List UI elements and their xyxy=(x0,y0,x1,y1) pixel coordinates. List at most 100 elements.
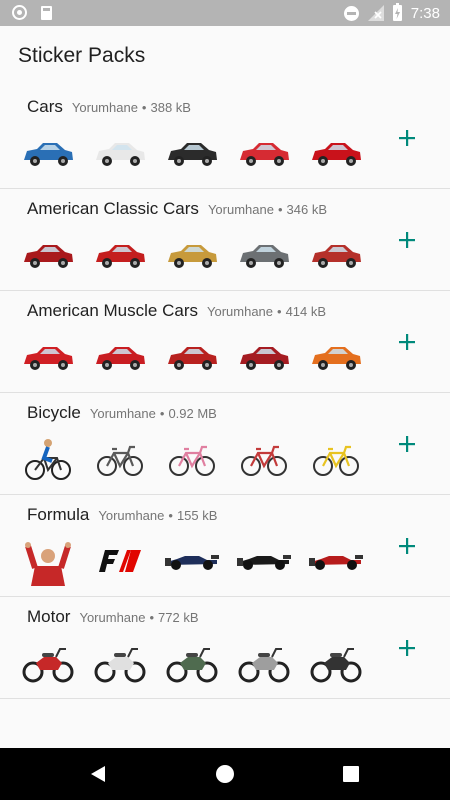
sticker-preview-list xyxy=(20,431,365,489)
dnd-icon xyxy=(343,5,359,21)
sticker-pack-row[interactable]: Bicycle Yorumhane • 0.92 MB xyxy=(0,393,450,495)
page-title: Sticker Packs xyxy=(18,44,146,67)
pack-name: Bicycle xyxy=(27,403,81,422)
pack-size: 772 kB xyxy=(158,610,199,625)
pack-size: 388 kB xyxy=(150,100,191,115)
battery-charging-icon xyxy=(392,3,402,21)
yellow-bike-icon xyxy=(308,431,364,487)
black-green-car-icon xyxy=(164,125,220,181)
pack-name: American Muscle Cars xyxy=(27,301,198,320)
status-bar: 7:38 xyxy=(0,0,450,26)
sticker-pack-row[interactable]: Cars Yorumhane • 388 kB xyxy=(0,87,450,189)
plus-icon xyxy=(399,130,415,146)
cruiser-bike-icon xyxy=(92,431,148,487)
notification-circle-icon xyxy=(12,5,27,20)
meta-separator: • xyxy=(168,508,173,523)
add-pack-button[interactable] xyxy=(392,123,422,153)
pack-header: Motor Yorumhane • 772 kB xyxy=(27,607,199,627)
pack-meta: Yorumhane • 0.92 MB xyxy=(90,406,217,421)
pack-publisher: Yorumhane xyxy=(89,406,156,421)
gray-vintage-car-icon xyxy=(236,227,292,283)
sticker-preview-list xyxy=(20,533,365,591)
pack-header: Cars Yorumhane • 388 kB xyxy=(27,97,191,117)
red-camaro-icon xyxy=(164,329,220,385)
meta-separator: • xyxy=(277,202,283,217)
sticker-preview-list xyxy=(20,329,365,387)
recents-icon[interactable] xyxy=(321,748,381,800)
pack-header: Formula Yorumhane • 155 kB xyxy=(27,505,217,525)
red-scooter-icon xyxy=(20,635,76,691)
pack-meta: Yorumhane • 388 kB xyxy=(72,100,191,115)
pack-publisher: Yorumhane xyxy=(71,100,138,115)
pack-name: American Classic Cars xyxy=(27,199,199,218)
add-pack-button[interactable] xyxy=(392,225,422,255)
pack-name: Cars xyxy=(27,97,63,116)
add-pack-button[interactable] xyxy=(392,531,422,561)
plus-icon xyxy=(399,334,415,350)
pack-name: Motor xyxy=(27,607,71,626)
meta-separator: • xyxy=(141,100,147,115)
plus-icon xyxy=(399,436,415,452)
no-signal-icon xyxy=(367,5,384,21)
back-icon[interactable] xyxy=(68,748,128,800)
pack-meta: Yorumhane • 155 kB xyxy=(98,508,217,523)
orange-challenger-icon xyxy=(308,329,364,385)
pack-size: 346 kB xyxy=(286,202,327,217)
pack-meta: Yorumhane • 346 kB xyxy=(208,202,327,217)
black-f1-car-icon xyxy=(236,533,292,589)
red-coupe-icon xyxy=(92,329,148,385)
pack-meta: Yorumhane • 772 kB xyxy=(79,610,198,625)
meta-separator: • xyxy=(277,304,282,319)
black-motorcycle-icon xyxy=(308,635,364,691)
gold-muscle-car-icon xyxy=(164,227,220,283)
red-white-car-icon xyxy=(236,125,292,181)
pack-publisher: Yorumhane xyxy=(98,508,165,523)
sd-card-icon xyxy=(41,5,52,20)
white-sports-car-icon xyxy=(92,125,148,181)
home-icon[interactable] xyxy=(195,748,255,800)
pack-header: American Classic Cars Yorumhane • 346 kB xyxy=(27,199,327,219)
plus-icon xyxy=(399,538,415,554)
add-pack-button[interactable] xyxy=(392,633,422,663)
add-pack-button[interactable] xyxy=(392,327,422,357)
pink-bike-icon xyxy=(164,431,220,487)
sticker-preview-list xyxy=(20,227,365,285)
green-scooter-icon xyxy=(164,635,220,691)
pack-size: 155 kB xyxy=(176,508,218,523)
silver-motorcycle-icon xyxy=(236,635,292,691)
clock: 7:38 xyxy=(410,4,440,22)
driver-celebrating-icon xyxy=(20,533,76,589)
pack-meta: Yorumhane • 414 kB xyxy=(207,304,326,319)
add-pack-button[interactable] xyxy=(392,429,422,459)
pack-publisher: Yorumhane xyxy=(207,304,274,319)
pack-publisher: Yorumhane xyxy=(207,202,274,217)
red-bike-icon xyxy=(236,431,292,487)
sticker-pack-row[interactable]: Formula Yorumhane • 155 kB xyxy=(0,495,450,597)
red-mustang-icon xyxy=(236,329,292,385)
sticker-pack-row[interactable]: American Classic Cars Yorumhane • 346 kB xyxy=(0,189,450,291)
sticker-pack-row[interactable]: Motor Yorumhane • 772 kB xyxy=(0,597,450,699)
plus-icon xyxy=(399,232,415,248)
white-vespa-icon xyxy=(92,635,148,691)
sticker-preview-list xyxy=(20,635,365,693)
sticker-pack-row[interactable]: American Muscle Cars Yorumhane • 414 kB xyxy=(0,291,450,393)
sticker-preview-list xyxy=(20,125,365,183)
red-muscle-car-icon xyxy=(20,329,76,385)
pack-header: Bicycle Yorumhane • 0.92 MB xyxy=(27,403,217,423)
red-f1-car-icon xyxy=(308,533,364,589)
navigation-bar xyxy=(0,748,450,800)
pack-size: 414 kB xyxy=(285,304,327,319)
red-convertible-icon xyxy=(92,227,148,283)
cyclist-icon xyxy=(20,431,76,487)
pack-size: 0.92 MB xyxy=(168,406,217,421)
blue-race-car-icon xyxy=(20,125,76,181)
pack-publisher: Yorumhane xyxy=(79,610,146,625)
pack-name: Formula xyxy=(27,505,90,524)
plus-icon xyxy=(399,640,415,656)
f1-car-icon xyxy=(164,533,220,589)
f1-logo-icon xyxy=(92,533,148,589)
red-sports-car-icon xyxy=(308,125,364,181)
red-classic-car-icon xyxy=(20,227,76,283)
meta-separator: • xyxy=(149,610,155,625)
pack-header: American Muscle Cars Yorumhane • 414 kB xyxy=(27,301,326,321)
